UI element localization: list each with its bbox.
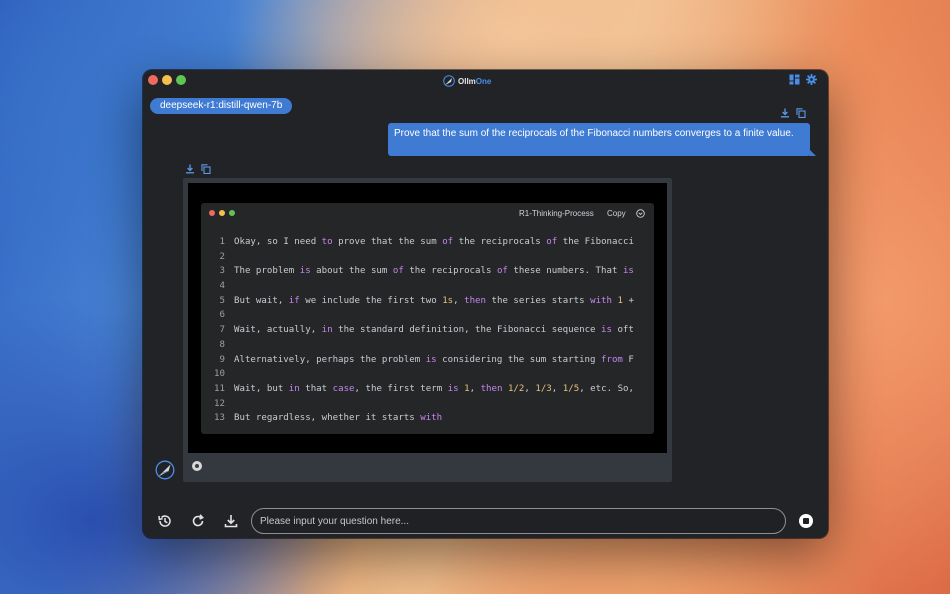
- line-text: Wait, actually, in the standard definiti…: [234, 325, 634, 336]
- line-number: 9: [219, 354, 225, 365]
- bot-avatar-icon: [155, 460, 175, 480]
- code-line: 10: [201, 367, 654, 382]
- user-message-bubble: Prove that the sum of the reciprocals of…: [388, 123, 816, 156]
- line-text: The problem is about the sum of the reci…: [234, 266, 634, 277]
- line-text: Wait, but in that case, the first term i…: [234, 383, 634, 394]
- minimize-window-button[interactable]: [162, 75, 172, 85]
- code-line: 3 The problem is about the sum of the rec…: [201, 264, 654, 279]
- user-message-actions: [780, 108, 806, 118]
- code-line: 12: [201, 397, 654, 412]
- zoom-window-button[interactable]: [176, 75, 186, 85]
- code-line: 8: [201, 338, 654, 353]
- code-copy-button[interactable]: Copy: [607, 209, 626, 218]
- collapse-icon[interactable]: [636, 209, 645, 218]
- app-name: Ollm: [458, 76, 476, 86]
- code-line: 9 Alternatively, perhaps the problem is c…: [201, 353, 654, 368]
- code-window-green-dot: [229, 210, 235, 216]
- code-line: 5 But wait, if we include the first two 1…: [201, 294, 654, 309]
- code-line: 2: [201, 250, 654, 265]
- code-line: 1 Okay, so I need to prove that the sum o…: [201, 235, 654, 250]
- code-window-red-dot: [209, 210, 215, 216]
- line-number: 5: [219, 295, 225, 306]
- line-number: 6: [219, 310, 225, 321]
- bottom-bar: [143, 508, 828, 538]
- copy-icon[interactable]: [201, 164, 211, 174]
- download-icon[interactable]: [780, 108, 790, 118]
- stop-button[interactable]: [799, 514, 813, 528]
- code-block-title: R1-Thinking-Process: [519, 209, 594, 218]
- line-number: 12: [214, 398, 225, 409]
- refresh-icon[interactable]: [190, 513, 206, 529]
- code-line: 11 Wait, but in that case, the first term…: [201, 382, 654, 397]
- thinking-frame: R1-Thinking-Process Copy 1 Okay, so I nee…: [188, 183, 667, 453]
- download-icon[interactable]: [185, 164, 195, 174]
- gear-icon[interactable]: [806, 74, 817, 85]
- app-window: Ollm One deepseek-r1:distill-qwen-7b Pro…: [143, 70, 828, 538]
- question-input[interactable]: [251, 508, 786, 534]
- layout-icon[interactable]: [789, 74, 800, 85]
- line-number: 1: [219, 237, 225, 247]
- app-logo-icon: [443, 75, 455, 87]
- loading-indicator: [192, 461, 202, 471]
- title-bar: Ollm One: [143, 70, 828, 90]
- line-number: 11: [214, 383, 225, 394]
- code-lines: 1 Okay, so I need to prove that the sum o…: [201, 235, 654, 426]
- line-text: Alternatively, perhaps the problem is co…: [234, 354, 634, 365]
- copy-icon[interactable]: [796, 108, 806, 118]
- model-selector-chip[interactable]: deepseek-r1:distill-qwen-7b: [150, 98, 293, 114]
- line-number: 8: [219, 339, 225, 350]
- line-number: 7: [219, 325, 225, 336]
- line-text: But wait, if we include the first two 1s…: [234, 295, 634, 306]
- code-window: R1-Thinking-Process Copy 1 Okay, so I nee…: [201, 203, 654, 434]
- app-title: Ollm One: [443, 74, 491, 88]
- line-number: 13: [214, 413, 225, 424]
- line-text: Okay, so I need to prove that the sum of…: [234, 237, 634, 247]
- code-line: 4: [201, 279, 654, 294]
- code-window-yellow-dot: [219, 210, 225, 216]
- history-icon[interactable]: [157, 513, 173, 529]
- code-line: 7 Wait, actually, in the standard definit…: [201, 323, 654, 338]
- download-icon[interactable]: [223, 513, 239, 529]
- assistant-message-panel: R1-Thinking-Process Copy 1 Okay, so I nee…: [183, 178, 672, 482]
- line-number: 3: [219, 266, 225, 277]
- code-line: 6: [201, 308, 654, 323]
- line-number: 4: [219, 281, 225, 292]
- line-number: 10: [214, 369, 225, 380]
- code-line: 13 But regardless, whether it starts with: [201, 411, 654, 426]
- app-name-suffix: One: [475, 76, 492, 86]
- line-number: 2: [219, 251, 225, 262]
- close-window-button[interactable]: [148, 75, 158, 85]
- assistant-message-actions: [185, 164, 211, 174]
- line-text: But regardless, whether it starts with: [234, 413, 443, 424]
